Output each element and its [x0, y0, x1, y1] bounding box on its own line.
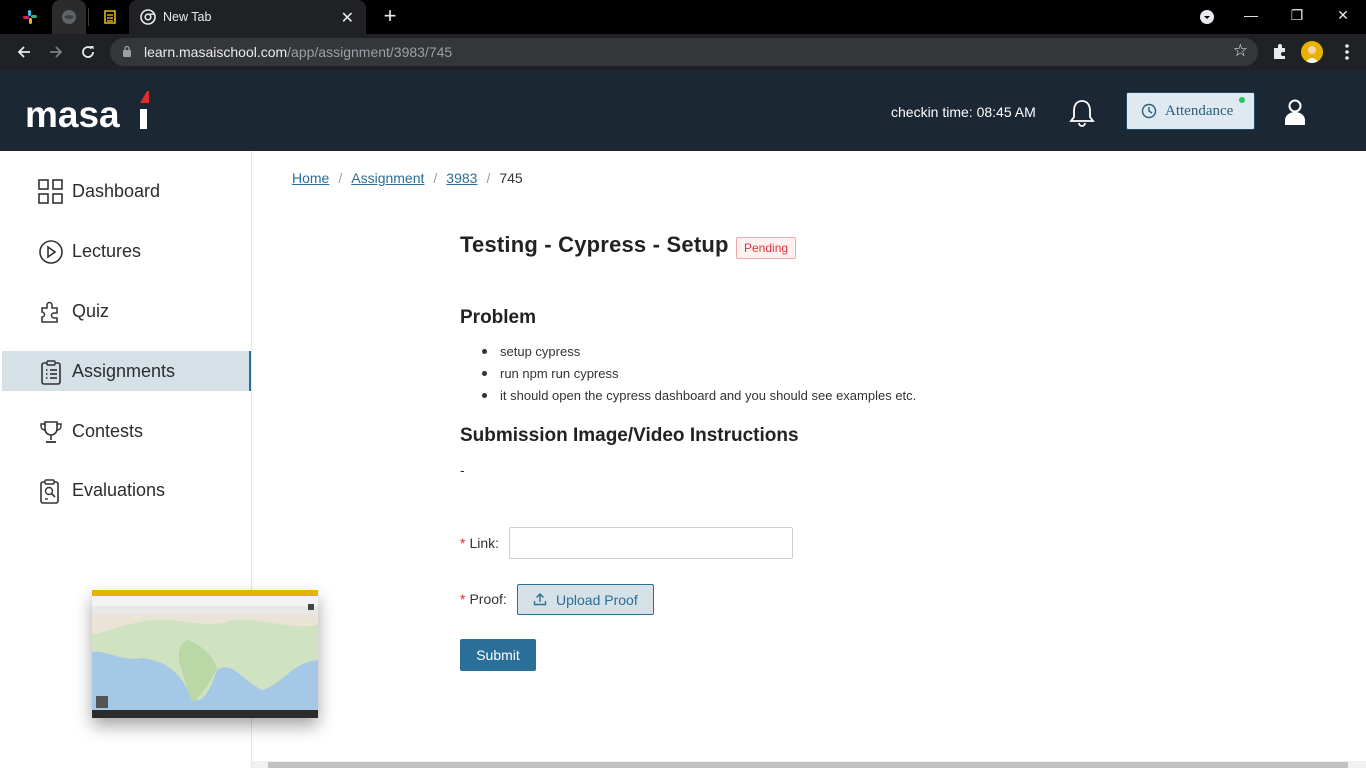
- address-bar[interactable]: learn.masaischool.com/app/assignment/398…: [110, 38, 1258, 66]
- upload-proof-button[interactable]: Upload Proof: [517, 584, 654, 615]
- bookmark-star-icon[interactable]: ☆: [1233, 41, 1248, 61]
- sidebar-item-label: Lectures: [72, 241, 142, 261]
- chrome-icon: [140, 9, 156, 25]
- url-host: learn.masaischool.com: [144, 44, 288, 60]
- proof-label-text: Proof: [469, 591, 503, 607]
- attendance-button[interactable]: Attendance: [1126, 92, 1255, 130]
- tab-new-tab[interactable]: New Tab ✕: [129, 0, 366, 34]
- status-badge: Pending: [736, 237, 797, 259]
- link-input[interactable]: [509, 527, 793, 559]
- sidebar-item-assignments[interactable]: Assignments: [2, 351, 251, 391]
- list-item: run npm run cypress: [480, 365, 916, 387]
- tab-search-button[interactable]: [1184, 0, 1230, 34]
- user-icon[interactable]: [1283, 98, 1307, 126]
- slack-tab[interactable]: [14, 0, 46, 34]
- grid-icon: [38, 179, 63, 204]
- forward-button[interactable]: [44, 40, 68, 64]
- upload-proof-label: Upload Proof: [556, 592, 638, 608]
- required-mark: *: [460, 535, 466, 551]
- checkin-time: checkin time: 08:45 AM: [891, 104, 1036, 120]
- restore-button[interactable]: ❐: [1274, 0, 1320, 34]
- map-preview-image: [92, 590, 318, 718]
- slack-icon: [23, 10, 37, 24]
- sidebar-item-label: Dashboard: [72, 181, 161, 201]
- document-icon: [104, 10, 116, 24]
- list-item: it should open the cypress dashboard and…: [480, 387, 916, 409]
- online-status-dot: [1239, 97, 1245, 103]
- breadcrumb-course-link[interactable]: 3983: [446, 170, 477, 186]
- problem-heading: Problem: [460, 307, 537, 328]
- url-path: /app/assignment/3983/745: [287, 44, 453, 60]
- submit-button[interactable]: Submit: [460, 639, 536, 671]
- sidebar-item-dashboard[interactable]: Dashboard: [2, 171, 251, 211]
- sidebar-item-evaluations[interactable]: Evaluations: [2, 470, 251, 510]
- link-label-text: Link: [469, 535, 496, 551]
- arrow-right-icon: [50, 46, 63, 58]
- label-colon: :: [502, 591, 507, 607]
- sidebar-item-lectures[interactable]: Lectures: [2, 231, 251, 271]
- horizontal-scrollbar[interactable]: [252, 761, 1366, 768]
- breadcrumb-current: 745: [499, 170, 523, 186]
- breadcrumb-separator: /: [338, 170, 343, 186]
- tab-separator: [88, 8, 89, 26]
- submission-heading: Submission Image/Video Instructions: [460, 425, 799, 446]
- new-tab-button[interactable]: +: [379, 5, 401, 27]
- sheets-tab[interactable]: [96, 0, 124, 34]
- clock-icon: [1141, 103, 1157, 119]
- sidebar-item-quiz[interactable]: Quiz: [2, 291, 251, 331]
- breadcrumb-home-link[interactable]: Home: [292, 170, 329, 186]
- trophy-icon: [40, 421, 62, 443]
- breadcrumb-separator: /: [433, 170, 438, 186]
- play-circle-icon: [39, 240, 63, 264]
- clipboard-list-icon: [41, 360, 61, 385]
- proof-label: * Proof:: [460, 591, 507, 607]
- svg-text:masa: masa: [25, 94, 120, 135]
- more-vert-icon[interactable]: [1344, 42, 1350, 62]
- bell-icon[interactable]: [1068, 98, 1096, 128]
- lock-icon: [123, 45, 131, 57]
- breadcrumb-assignment-link[interactable]: Assignment: [351, 170, 424, 186]
- close-tab-icon[interactable]: ✕: [341, 8, 354, 28]
- reload-button[interactable]: [76, 40, 100, 64]
- extensions-puzzle-icon[interactable]: [1270, 42, 1290, 62]
- attendance-label: Attendance: [1165, 103, 1234, 119]
- clipboard-search-icon: [40, 479, 59, 504]
- required-mark: *: [460, 591, 466, 607]
- screen-preview-thumbnail[interactable]: [92, 590, 318, 718]
- breadcrumb-separator: /: [486, 170, 491, 186]
- breadcrumb: Home / Assignment / 3983 / 745: [292, 170, 523, 186]
- profile-avatar[interactable]: [1301, 41, 1323, 63]
- masai-logo[interactable]: masa: [25, 91, 150, 135]
- sidebar-item-label: Evaluations: [72, 480, 166, 500]
- globe-tab[interactable]: [52, 0, 86, 34]
- browser-toolbar: learn.masaischool.com/app/assignment/398…: [0, 34, 1366, 70]
- problem-list: setup cypress run npm run cypress it sho…: [480, 343, 916, 409]
- reload-icon: [82, 46, 94, 58]
- chevron-down-circle-icon: [1200, 10, 1214, 24]
- arrow-left-icon: [17, 46, 30, 58]
- minimize-button[interactable]: —: [1228, 0, 1274, 34]
- list-item: setup cypress: [480, 343, 916, 365]
- sidebar-item-label: Quiz: [72, 301, 110, 321]
- browser-tab-strip: New Tab ✕ + — ❐ ✕: [0, 0, 1366, 34]
- puzzle-icon: [41, 301, 58, 323]
- sidebar-item-contests[interactable]: Contests: [2, 411, 251, 451]
- sidebar-item-label: Assignments: [72, 361, 176, 381]
- submission-instructions: -: [460, 462, 465, 478]
- scrollbar-thumb[interactable]: [268, 762, 1348, 768]
- sidebar-item-label: Contests: [72, 421, 144, 441]
- upload-icon: [533, 593, 547, 606]
- back-button[interactable]: [12, 40, 36, 64]
- url-text: learn.masaischool.com/app/assignment/398…: [144, 44, 452, 60]
- assignment-title: Testing - Cypress - Setup: [460, 232, 729, 257]
- label-colon: :: [495, 535, 500, 551]
- tab-title: New Tab: [163, 10, 212, 24]
- close-window-button[interactable]: ✕: [1320, 0, 1366, 34]
- globe-icon: [62, 10, 76, 24]
- link-label: * Link:: [460, 535, 499, 551]
- avatar-icon: [1305, 46, 1319, 63]
